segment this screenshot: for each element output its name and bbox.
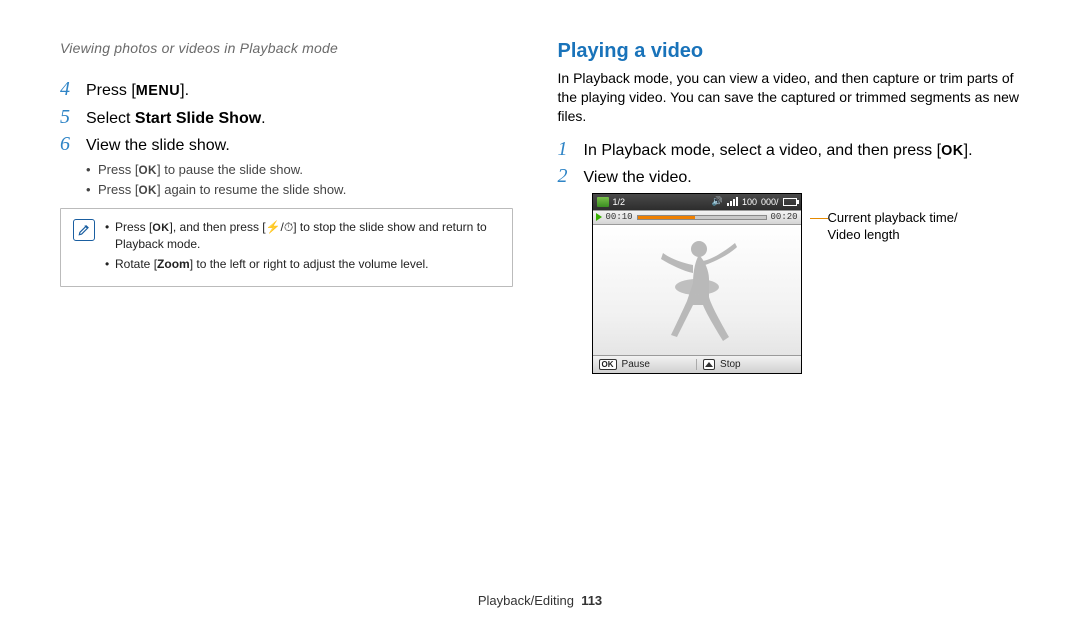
- substeps: Press [OK] to pause the slide show. Pres…: [86, 161, 513, 199]
- steps-right: 1 In Playback mode, select a video, and …: [558, 138, 1020, 189]
- note-text: ] to the left or right to adjust the vol…: [190, 257, 429, 271]
- sub-text: ] to pause the slide show.: [157, 162, 303, 177]
- progress-bar: [637, 215, 767, 220]
- sub-text: Press [: [98, 182, 138, 197]
- mem: 000/: [761, 197, 779, 207]
- ok-icon: OK: [599, 359, 617, 370]
- step-text: ].: [964, 142, 973, 159]
- battery-icon: [783, 198, 797, 206]
- callout-text: Current playback time/ Video length: [828, 210, 958, 244]
- note-text: Rotate [: [115, 257, 157, 271]
- step-number: 4: [60, 78, 76, 101]
- batt-pct: 100: [742, 197, 757, 207]
- steps-left: 4 Press [MENU]. 5 Select Start Slide Sho…: [60, 78, 513, 157]
- note-bold: Zoom: [157, 257, 190, 271]
- dancer-silhouette: [637, 231, 757, 351]
- step-text: View the slide show.: [86, 135, 513, 157]
- speaker-icon: 🔊: [712, 196, 723, 207]
- section-intro: In Playback mode, you can view a video, …: [558, 69, 1020, 126]
- sub-text: ] again to resume the slide show.: [157, 182, 346, 197]
- time-bar: 00:10 00:20: [593, 210, 801, 225]
- signal-icon: [727, 197, 738, 206]
- time-total: 00:20: [771, 212, 798, 222]
- bottom-bar: OK Pause Stop: [593, 355, 801, 373]
- video-frame: [593, 225, 801, 355]
- step-number: 2: [558, 165, 574, 188]
- breadcrumb: Viewing photos or videos in Playback mod…: [60, 40, 513, 56]
- note-text: Press [: [115, 220, 152, 234]
- pause-label: Pause: [622, 359, 650, 370]
- sub-text: Press [: [98, 162, 138, 177]
- step-text: In Playback mode, select a video, and th…: [584, 142, 942, 159]
- note-box: Press [OK], and then press [⚡/⏱] to stop…: [60, 208, 513, 287]
- up-icon: [703, 359, 715, 370]
- footer: Playback/Editing 113: [0, 593, 1080, 608]
- camera-screen: 1/2 🔊 100 000/ 00:10 00:20: [592, 193, 802, 374]
- ok-key: OK: [138, 164, 157, 177]
- step-bold: Start Slide Show: [135, 110, 261, 127]
- step-text: Press [: [86, 82, 136, 99]
- note-text: ], and then press [: [170, 220, 266, 234]
- ok-key: OK: [152, 222, 169, 234]
- thumb-icon: [597, 197, 609, 207]
- step-text: .: [261, 110, 265, 127]
- status-bar: 1/2 🔊 100 000/: [593, 194, 801, 210]
- flash-timer-icons: ⚡/⏱: [266, 220, 294, 234]
- ok-key: OK: [138, 184, 157, 197]
- step-text: Select: [86, 110, 135, 127]
- menu-key: MENU: [136, 83, 180, 99]
- page-number: 113: [581, 593, 602, 608]
- footer-section: Playback/Editing: [478, 593, 574, 608]
- step-number: 1: [558, 138, 574, 161]
- section-heading: Playing a video: [558, 40, 1020, 63]
- note-icon: [73, 219, 95, 241]
- callout: Current playback time/ Video length: [810, 210, 958, 244]
- time-current: 00:10: [606, 212, 633, 222]
- play-icon: [596, 213, 602, 221]
- step-text: View the video.: [584, 167, 1020, 189]
- step-number: 6: [60, 133, 76, 156]
- ok-key: OK: [941, 143, 964, 159]
- step-number: 5: [60, 106, 76, 129]
- count: 1/2: [613, 197, 626, 207]
- stop-label: Stop: [720, 359, 741, 370]
- step-text: ].: [180, 82, 189, 99]
- callout-line: [810, 218, 828, 219]
